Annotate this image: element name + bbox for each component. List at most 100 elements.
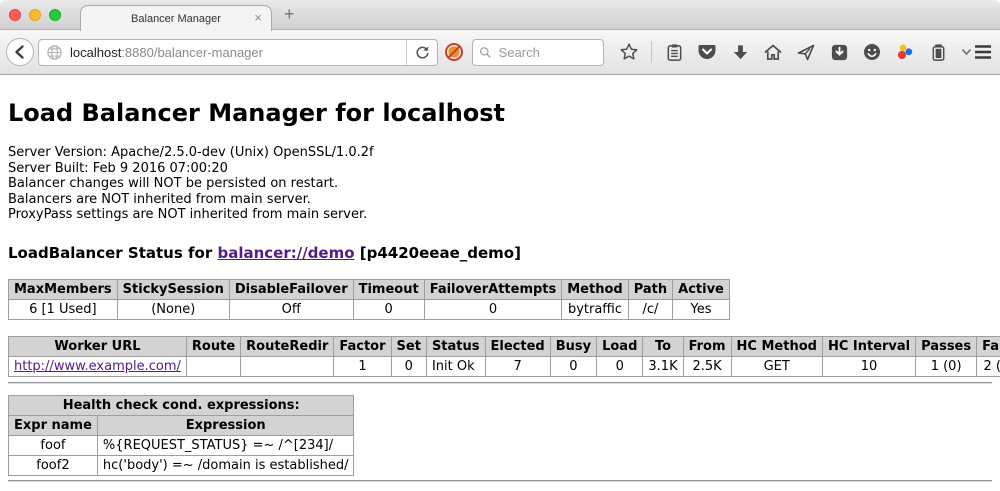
col-method: Method bbox=[562, 279, 628, 299]
bookmark-star-button[interactable] bbox=[618, 41, 640, 63]
navigation-toolbar: localhost:8880/balancer-manager bbox=[0, 30, 1000, 75]
url-bar[interactable]: localhost:8880/balancer-manager bbox=[38, 39, 438, 66]
cell-failoverattempts: 0 bbox=[424, 299, 562, 319]
browser-window: Balancer Manager × + localhost:8880/bala… bbox=[0, 0, 1000, 491]
col-from: From bbox=[683, 336, 731, 356]
toolbar-icons bbox=[618, 41, 972, 63]
col-hc-interval: HC Interval bbox=[822, 336, 915, 356]
col-disablefailover: DisableFailover bbox=[229, 279, 353, 299]
table-row: 6 [1 Used] (None) Off 0 0 bytraffic /c/ … bbox=[9, 299, 730, 319]
cell-timeout: 0 bbox=[353, 299, 424, 319]
page-title: Load Balancer Manager for localhost bbox=[8, 99, 992, 127]
col-passes: Passes bbox=[916, 336, 977, 356]
globe-icon bbox=[46, 44, 63, 61]
url-path: :8880/balancer-manager bbox=[121, 45, 263, 60]
toolbar-right-group bbox=[972, 41, 1000, 63]
download-icon bbox=[731, 43, 750, 62]
persist-note-line: Balancer changes will NOT be persisted o… bbox=[8, 176, 992, 192]
col-routeredir: RouteRedir bbox=[241, 336, 334, 356]
col-route: Route bbox=[186, 336, 240, 356]
cell-worker-url: http://www.example.com/ bbox=[9, 356, 187, 376]
tab-balancer-manager[interactable]: Balancer Manager × bbox=[80, 5, 272, 31]
reload-button[interactable] bbox=[407, 40, 437, 65]
minimize-window-icon[interactable] bbox=[29, 9, 41, 21]
square-download-icon bbox=[830, 43, 849, 62]
col-expr-name: Expr name bbox=[9, 415, 98, 435]
col-load: Load bbox=[597, 336, 643, 356]
chat-extension-button[interactable] bbox=[861, 41, 883, 63]
url-host: localhost bbox=[70, 45, 121, 60]
col-factor: Factor bbox=[334, 336, 391, 356]
col-hc-method: HC Method bbox=[731, 336, 822, 356]
cell-disablefailover: Off bbox=[229, 299, 353, 319]
server-built-line: Server Built: Feb 9 2016 07:00:20 bbox=[8, 161, 992, 177]
search-icon bbox=[479, 45, 492, 60]
close-icon[interactable]: × bbox=[254, 11, 262, 25]
worker-url-link[interactable]: http://www.example.com/ bbox=[14, 359, 181, 374]
col-path: Path bbox=[628, 279, 672, 299]
send-tab-button[interactable] bbox=[795, 41, 817, 63]
downloads-button[interactable] bbox=[729, 41, 751, 63]
pocket-button[interactable] bbox=[696, 41, 718, 63]
cell-path: /c/ bbox=[628, 299, 672, 319]
table-row: http://www.example.com/ 1 0 Init Ok 7 0 … bbox=[9, 356, 1000, 376]
home-button[interactable] bbox=[762, 41, 784, 63]
table-header-row: MaxMembers StickySession DisableFailover… bbox=[9, 279, 730, 299]
url-text: localhost:8880/balancer-manager bbox=[70, 45, 406, 60]
pocket-icon bbox=[697, 42, 717, 62]
cell-maxmembers: 6 [1 Used] bbox=[9, 299, 118, 319]
cell-from: 2.5K bbox=[683, 356, 731, 376]
tab-title: Balancer Manager bbox=[131, 13, 221, 25]
cell-routeredir bbox=[241, 356, 334, 376]
plugin-blocked-button[interactable] bbox=[444, 42, 464, 62]
traffic-lights bbox=[9, 9, 61, 21]
colored-dots-extension-button[interactable] bbox=[894, 41, 916, 63]
cell-stickysession: (None) bbox=[117, 299, 229, 319]
server-version-line: Server Version: Apache/2.5.0-dev (Unix) … bbox=[8, 145, 992, 161]
zoom-window-icon[interactable] bbox=[49, 9, 61, 21]
search-bar[interactable] bbox=[472, 39, 604, 66]
cell-set: 0 bbox=[391, 356, 426, 376]
inherit-note-line: Balancers are NOT inherited from main se… bbox=[8, 192, 992, 208]
battery-icon bbox=[929, 43, 948, 62]
save-extension-button[interactable] bbox=[828, 41, 850, 63]
container-extension-button[interactable] bbox=[927, 41, 949, 63]
cell-load: 0 bbox=[597, 356, 643, 376]
proxypass-note-line: ProxyPass settings are NOT inherited fro… bbox=[8, 207, 992, 223]
cell-expr-name: foof2 bbox=[9, 455, 98, 475]
cell-method: bytraffic bbox=[562, 299, 628, 319]
close-window-icon[interactable] bbox=[9, 9, 21, 21]
section-divider bbox=[8, 480, 992, 482]
cell-hc-interval: 10 bbox=[822, 356, 915, 376]
reload-icon bbox=[415, 45, 430, 60]
cell-factor: 1 bbox=[334, 356, 391, 376]
col-elected: Elected bbox=[485, 336, 550, 356]
bookmarks-menu-button[interactable] bbox=[663, 41, 685, 63]
overflow-caret-button[interactable] bbox=[960, 41, 972, 63]
cell-fails: 2 (0) bbox=[977, 356, 1000, 376]
send-icon bbox=[796, 42, 816, 62]
back-icon bbox=[12, 44, 28, 60]
back-button[interactable] bbox=[6, 38, 34, 66]
col-expression: Expression bbox=[97, 415, 354, 435]
cell-elected: 7 bbox=[485, 356, 550, 376]
worker-table: Worker URL Route RouteRedir Factor Set S… bbox=[8, 336, 1000, 377]
col-set: Set bbox=[391, 336, 426, 356]
balancer-demo-link[interactable]: balancer://demo bbox=[217, 244, 354, 262]
colored-dots-icon bbox=[895, 42, 915, 62]
col-busy: Busy bbox=[550, 336, 596, 356]
status-heading: LoadBalancer Status for balancer://demo … bbox=[8, 244, 992, 262]
search-input[interactable] bbox=[497, 44, 597, 61]
cell-passes: 1 (0) bbox=[916, 356, 977, 376]
col-worker-url: Worker URL bbox=[9, 336, 187, 356]
star-icon bbox=[619, 42, 639, 62]
col-stickysession: StickySession bbox=[117, 279, 229, 299]
table-row: foof %{REQUEST_STATUS} =~ /^[234]/ bbox=[9, 435, 354, 455]
menu-button[interactable] bbox=[972, 41, 994, 63]
dropdown-caret-icon bbox=[962, 49, 971, 55]
new-tab-icon[interactable]: + bbox=[284, 4, 295, 24]
cell-expr-name: foof bbox=[9, 435, 98, 455]
cell-route bbox=[186, 356, 240, 376]
titlebar: Balancer Manager × + bbox=[0, 0, 1000, 30]
section-divider bbox=[8, 382, 992, 384]
